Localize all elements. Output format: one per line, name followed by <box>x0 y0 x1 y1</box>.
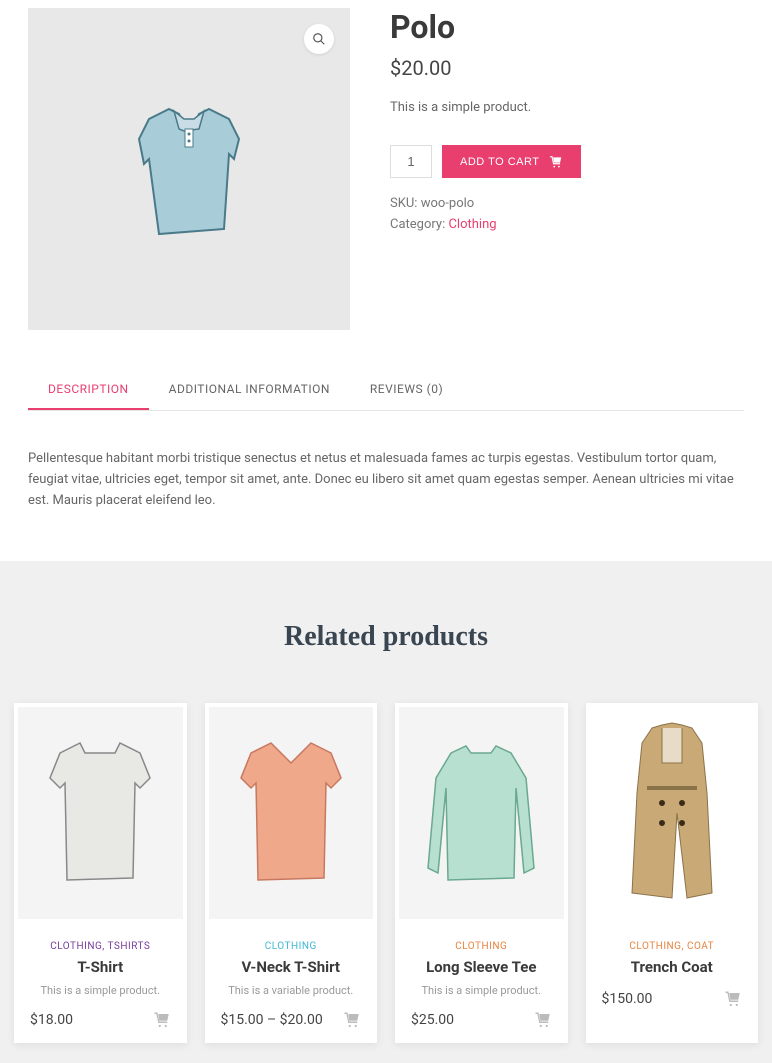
product-tabs: DESCRIPTION ADDITIONAL INFORMATION REVIE… <box>28 370 744 411</box>
related-category: CLOTHING, COAT <box>598 941 747 952</box>
related-product-desc: This is a simple product. <box>26 984 175 997</box>
product-title: Polo <box>390 8 744 46</box>
related-product-name: V-Neck T-Shirt <box>217 958 366 976</box>
related-products-heading: Related products <box>10 621 762 653</box>
sku-meta: SKU: woo-polo <box>390 196 744 211</box>
related-product-image <box>14 703 187 923</box>
related-product-price: $25.00 <box>411 1012 454 1028</box>
quantity-input[interactable] <box>390 145 432 178</box>
related-products-grid: CLOTHING, TSHIRTS T-Shirt This is a simp… <box>10 703 762 1043</box>
add-to-cart-icon[interactable] <box>534 1011 552 1029</box>
related-product-image <box>395 703 568 923</box>
cart-icon <box>549 155 563 169</box>
add-to-cart-icon[interactable] <box>724 990 742 1008</box>
polo-illustration <box>89 69 289 269</box>
related-product-card[interactable]: CLOTHING, TSHIRTS T-Shirt This is a simp… <box>14 703 187 1043</box>
related-category: CLOTHING <box>217 941 366 952</box>
related-product-desc: This is a simple product. <box>407 984 556 997</box>
category-link[interactable]: Clothing <box>448 217 496 232</box>
related-product-name: Trench Coat <box>598 958 747 976</box>
category-meta: Category: Clothing <box>390 217 744 232</box>
tab-reviews[interactable]: REVIEWS (0) <box>350 370 463 410</box>
related-product-name: T-Shirt <box>26 958 175 976</box>
related-product-price: $150.00 <box>602 991 653 1007</box>
related-category: CLOTHING, TSHIRTS <box>26 941 175 952</box>
related-product-card[interactable]: CLOTHING V-Neck T-Shirt This is a variab… <box>205 703 378 1043</box>
related-product-image <box>586 703 759 923</box>
product-price: $20.00 <box>390 56 744 80</box>
add-to-cart-icon[interactable] <box>343 1011 361 1029</box>
product-short-description: This is a simple product. <box>390 100 744 115</box>
related-product-desc: This is a variable product. <box>217 984 366 997</box>
related-category: CLOTHING <box>407 941 556 952</box>
product-image[interactable] <box>28 8 350 330</box>
add-to-cart-icon[interactable] <box>153 1011 171 1029</box>
related-product-price: $18.00 <box>30 1012 73 1028</box>
zoom-icon[interactable] <box>304 24 334 54</box>
tab-description[interactable]: DESCRIPTION <box>28 370 149 410</box>
related-product-card[interactable]: CLOTHING Long Sleeve Tee This is a simpl… <box>395 703 568 1043</box>
related-product-price: $15.00 – $20.00 <box>221 1012 323 1028</box>
related-product-name: Long Sleeve Tee <box>407 958 556 976</box>
related-product-image <box>205 703 378 923</box>
related-product-card[interactable]: CLOTHING, COAT Trench Coat $150.00 <box>586 703 759 1043</box>
description-content: Pellentesque habitant morbi tristique se… <box>0 411 772 561</box>
tab-additional-information[interactable]: ADDITIONAL INFORMATION <box>149 370 350 410</box>
add-to-cart-button[interactable]: ADD TO CART <box>442 145 581 178</box>
